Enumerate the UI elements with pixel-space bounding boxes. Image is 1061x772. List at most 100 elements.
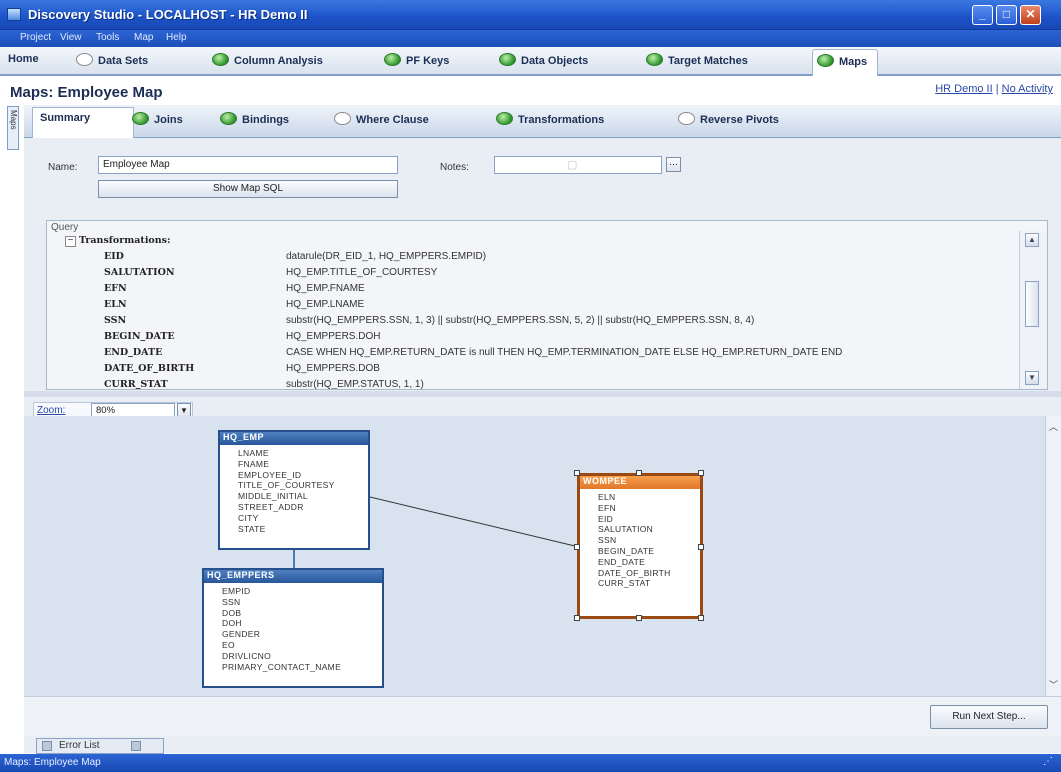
- menu-view[interactable]: View: [60, 32, 82, 43]
- resize-handle[interactable]: [574, 615, 580, 621]
- menu-tools[interactable]: Tools: [96, 32, 119, 43]
- query-scrollbar[interactable]: ▲ ▼: [1019, 231, 1047, 389]
- scroll-up-icon[interactable]: ︿: [1049, 420, 1058, 433]
- status-empty-icon: [76, 53, 93, 66]
- tab-maps[interactable]: Maps: [812, 49, 879, 76]
- status-complete-icon: [646, 53, 663, 66]
- table-field[interactable]: CURR_STAT: [598, 578, 700, 589]
- notes-placeholder-icon: ▢: [567, 159, 578, 171]
- scroll-down-icon[interactable]: ﹀: [1049, 678, 1058, 691]
- table-field[interactable]: DOB: [222, 608, 382, 619]
- table-field[interactable]: END_DATE: [598, 557, 700, 568]
- tab-target-matches[interactable]: Target Matches: [646, 53, 748, 67]
- resize-handle[interactable]: [574, 470, 580, 476]
- subtab-joins[interactable]: Joins: [132, 112, 183, 126]
- error-list-tab[interactable]: Error List: [36, 738, 164, 754]
- table-field[interactable]: TITLE_OF_COURTESY: [238, 480, 368, 491]
- menu-help[interactable]: Help: [166, 32, 187, 43]
- table-hq-emp[interactable]: HQ_EMP LNAME FNAME EMPLOYEE_ID TITLE_OF_…: [218, 430, 370, 550]
- subtab-where-clause[interactable]: Where Clause: [334, 112, 429, 126]
- resize-handle[interactable]: [636, 470, 642, 476]
- transformations-section[interactable]: − Transformations:: [61, 235, 1019, 251]
- side-tab-maps[interactable]: Maps: [7, 106, 19, 150]
- notes-label: Notes:: [440, 162, 469, 173]
- table-field[interactable]: PRIMARY_CONTACT_NAME: [222, 662, 382, 673]
- menu-project[interactable]: Project: [20, 32, 51, 43]
- table-field[interactable]: GENDER: [222, 629, 382, 640]
- run-next-step-button[interactable]: Run Next Step...: [930, 705, 1048, 729]
- resize-grip-icon[interactable]: ⋰: [1043, 756, 1053, 767]
- table-field[interactable]: STATE: [238, 524, 368, 535]
- table-wompee-target[interactable]: WOMPEE ELN EFN EID SALUTATION SSN BEGIN_…: [577, 473, 703, 619]
- tab-data-objects[interactable]: Data Objects: [499, 53, 588, 67]
- tab-home[interactable]: Home: [8, 53, 39, 65]
- header-links: HR Demo II | No Activity: [935, 83, 1053, 95]
- status-complete-icon: [817, 54, 834, 67]
- minimize-icon[interactable]: _: [972, 5, 993, 25]
- menu-map[interactable]: Map: [134, 32, 153, 43]
- table-field[interactable]: LNAME: [238, 448, 368, 459]
- subtab-reverse-pivots[interactable]: Reverse Pivots: [678, 112, 779, 126]
- query-row: EID datarule(DR_EID_1, HQ_EMPPERS.EMPID): [104, 251, 487, 262]
- mapping-line: [369, 496, 580, 548]
- table-field[interactable]: DATE_OF_BIRTH: [598, 568, 700, 579]
- table-field[interactable]: DOH: [222, 618, 382, 629]
- table-field[interactable]: DRIVLICNO: [222, 651, 382, 662]
- collapse-icon[interactable]: −: [65, 236, 76, 247]
- activity-link[interactable]: No Activity: [1002, 83, 1053, 95]
- show-map-sql-button[interactable]: Show Map SQL: [98, 180, 398, 198]
- table-hq-emppers[interactable]: HQ_EMPPERS EMPID SSN DOB DOH GENDER EO D…: [202, 568, 384, 688]
- project-link[interactable]: HR Demo II: [935, 83, 992, 95]
- table-field[interactable]: EO: [222, 640, 382, 651]
- tab-pf-keys[interactable]: PF Keys: [384, 53, 449, 67]
- close-icon[interactable]: ✕: [1020, 5, 1041, 25]
- table-field[interactable]: EFN: [598, 503, 700, 514]
- table-field[interactable]: MIDDLE_INITIAL: [238, 491, 368, 502]
- scroll-up-icon[interactable]: ▲: [1025, 233, 1039, 247]
- diagram-canvas[interactable]: HQ_EMP LNAME FNAME EMPLOYEE_ID TITLE_OF_…: [24, 416, 1045, 696]
- table-field[interactable]: SSN: [598, 535, 700, 546]
- table-field[interactable]: SALUTATION: [598, 524, 700, 535]
- table-field[interactable]: SSN: [222, 597, 382, 608]
- subtab-summary[interactable]: Summary: [40, 112, 90, 124]
- sub-tab-bar: Summary Joins Bindings Where Clause Tran…: [24, 105, 1061, 138]
- resize-handle[interactable]: [574, 544, 580, 550]
- panel-splitter[interactable]: [24, 391, 1061, 397]
- tab-column-analysis[interactable]: Column Analysis: [212, 53, 323, 67]
- maximize-icon[interactable]: □: [996, 5, 1017, 25]
- table-field[interactable]: EMPLOYEE_ID: [238, 470, 368, 481]
- resize-handle[interactable]: [698, 470, 704, 476]
- table-field[interactable]: CITY: [238, 513, 368, 524]
- notes-field[interactable]: ▢: [494, 156, 662, 174]
- table-field[interactable]: ELN: [598, 492, 700, 503]
- table-title: HQ_EMPPERS: [204, 570, 382, 583]
- table-field[interactable]: BEGIN_DATE: [598, 546, 700, 557]
- page-title: Maps: Employee Map: [10, 84, 163, 101]
- table-field[interactable]: EMPID: [222, 586, 382, 597]
- table-field[interactable]: EID: [598, 514, 700, 525]
- title-bar: Discovery Studio - LOCALHOST - HR Demo I…: [0, 0, 1061, 30]
- query-row: END_DATE CASE WHEN HQ_EMP.RETURN_DATE is …: [104, 347, 843, 358]
- resize-handle[interactable]: [636, 615, 642, 621]
- zoom-label: Zoom:: [37, 405, 66, 416]
- notes-expand-button[interactable]: ⋯: [666, 157, 681, 172]
- tab-data-sets[interactable]: Data Sets: [76, 53, 148, 67]
- table-field[interactable]: FNAME: [238, 459, 368, 470]
- status-complete-icon: [496, 112, 513, 125]
- scroll-down-icon[interactable]: ▼: [1025, 371, 1039, 385]
- subtab-bindings[interactable]: Bindings: [220, 112, 289, 126]
- table-title: WOMPEE: [580, 476, 700, 489]
- query-row: BEGIN_DATE HQ_EMPPERS.DOH: [104, 331, 381, 342]
- table-field[interactable]: STREET_ADDR: [238, 502, 368, 513]
- status-complete-icon: [132, 112, 149, 125]
- query-row: EFN HQ_EMP.FNAME: [104, 283, 365, 294]
- query-group-label: Query: [51, 222, 79, 233]
- name-field[interactable]: Employee Map: [98, 156, 398, 174]
- status-empty-icon: [334, 112, 351, 125]
- resize-handle[interactable]: [698, 615, 704, 621]
- canvas-scrollbar[interactable]: ︿ ﹀: [1045, 416, 1061, 696]
- status-complete-icon: [212, 53, 229, 66]
- subtab-transformations[interactable]: Transformations: [496, 112, 604, 126]
- scroll-thumb[interactable]: [1025, 281, 1039, 327]
- resize-handle[interactable]: [698, 544, 704, 550]
